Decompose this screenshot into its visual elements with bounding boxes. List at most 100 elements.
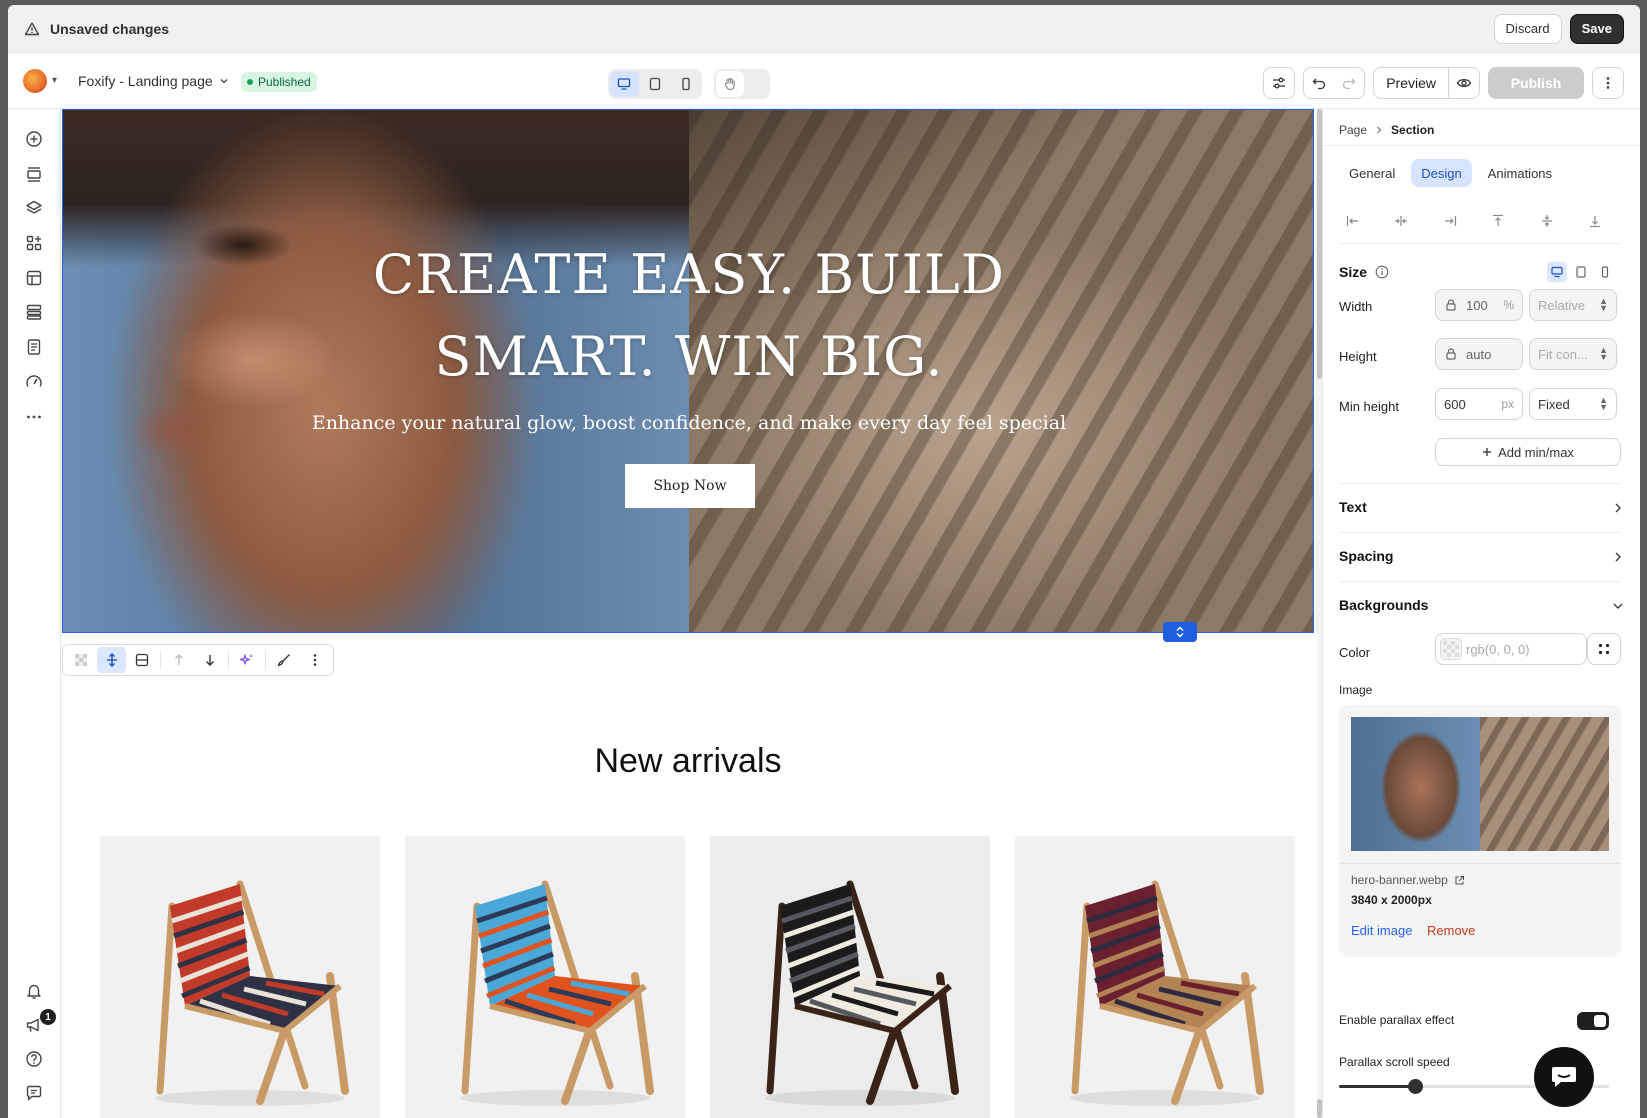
height-mode-select[interactable]: Fit con... ▲ ▼ (1529, 338, 1617, 370)
layers-icon[interactable] (24, 198, 44, 218)
width-input[interactable]: 100 % (1435, 289, 1523, 321)
new-arrivals-heading[interactable]: New arrivals (62, 742, 1314, 781)
spacing-section-header[interactable]: Spacing (1339, 548, 1393, 564)
hand-tool-button[interactable] (716, 71, 744, 97)
section-resize-handle[interactable] (1163, 622, 1197, 642)
move-down-icon[interactable] (196, 647, 224, 673)
select-chevron-icon: ▲ ▼ (1599, 345, 1608, 362)
status-label: Published (258, 75, 311, 89)
preview-button[interactable]: Preview (1374, 68, 1449, 98)
align-right-icon[interactable] (1436, 207, 1464, 235)
tablet-icon (649, 77, 661, 91)
background-image-thumbnail[interactable] (1351, 717, 1609, 851)
chevron-down-icon[interactable] (1612, 600, 1624, 612)
pages-icon[interactable] (24, 337, 44, 357)
align-top-icon[interactable] (1484, 207, 1512, 235)
ai-sparkle-icon[interactable] (233, 647, 261, 673)
chevron-right-icon[interactable] (1612, 551, 1624, 563)
layout-icon[interactable] (128, 647, 156, 673)
align-center-h-icon[interactable] (1387, 207, 1415, 235)
remove-image-link[interactable]: Remove (1427, 923, 1475, 938)
add-element-icon[interactable] (24, 129, 44, 149)
chat-icon[interactable] (24, 1083, 44, 1103)
theme-icon[interactable] (24, 268, 44, 288)
align-center-v-icon[interactable] (1533, 207, 1561, 235)
align-bottom-icon[interactable] (1581, 207, 1609, 235)
shop-now-button[interactable]: Shop Now (625, 464, 755, 508)
apps-icon[interactable] (24, 233, 44, 253)
min-height-mode-select[interactable]: Fixed ▲ ▼ (1529, 388, 1617, 420)
chevron-down-icon[interactable]: ▾ (52, 75, 57, 86)
external-link-icon[interactable] (1454, 875, 1465, 886)
support-chat-button[interactable] (1534, 1047, 1594, 1107)
slider-thumb[interactable] (1407, 1079, 1423, 1094)
editor-canvas: CREATE EASY. BUILD SMART. WIN BIG. Enhan… (62, 109, 1322, 1118)
product-card[interactable] (405, 836, 685, 1118)
color-input[interactable]: rgb(0, 0, 0) (1435, 633, 1587, 665)
settings-sliders-button[interactable] (1263, 67, 1296, 99)
hero-heading[interactable]: CREATE EASY. BUILD SMART. WIN BIG. (63, 234, 1313, 398)
bell-icon[interactable] (24, 981, 44, 1001)
desktop-icon (618, 78, 631, 90)
desktop-view-button[interactable] (610, 71, 639, 97)
more-vertical-icon[interactable] (301, 647, 329, 673)
add-min-max-button[interactable]: Add min/max (1435, 438, 1621, 466)
product-card[interactable] (710, 836, 990, 1118)
chair-shadow (1070, 1090, 1260, 1106)
move-up-icon[interactable] (165, 647, 193, 673)
backgrounds-section-header[interactable]: Backgrounds (1339, 597, 1428, 613)
edit-image-link[interactable]: Edit image (1351, 923, 1412, 938)
more-menu-button[interactable] (1592, 67, 1624, 99)
transparency-icon[interactable] (67, 647, 95, 673)
mobile-icon[interactable] (1595, 262, 1615, 282)
redo-button[interactable] (1334, 68, 1364, 98)
desktop-icon[interactable] (1547, 262, 1567, 282)
tab-general[interactable]: General (1339, 159, 1405, 187)
tablet-view-button[interactable] (641, 71, 670, 97)
chair-leg (1071, 902, 1091, 1095)
breadcrumb-page[interactable]: Page (1339, 123, 1367, 137)
save-button[interactable]: Save (1569, 13, 1624, 44)
min-height-input[interactable]: 600 px (1435, 388, 1523, 420)
undo-button[interactable] (1304, 68, 1334, 98)
color-label: Color (1339, 645, 1371, 660)
size-device-switcher (1547, 262, 1615, 282)
discard-button[interactable]: Discard (1493, 13, 1562, 44)
more-vertical-icon (1606, 77, 1610, 89)
select-parent-icon[interactable] (97, 647, 126, 673)
lock-icon[interactable] (1444, 298, 1458, 312)
sections-icon[interactable] (24, 164, 44, 184)
transparent-swatch-icon[interactable] (1440, 638, 1462, 660)
height-mode-value: Fit con... (1538, 346, 1588, 362)
hero-content: CREATE EASY. BUILD SMART. WIN BIG. Enhan… (63, 110, 1313, 632)
tab-design[interactable]: Design (1411, 159, 1472, 187)
style-brush-icon[interactable] (270, 647, 298, 673)
color-variables-button[interactable] (1587, 633, 1621, 665)
eye-button[interactable] (1449, 68, 1479, 98)
store-logo[interactable] (23, 69, 47, 93)
hero-subtitle[interactable]: Enhance your natural glow, boost confide… (63, 412, 1313, 434)
product-card[interactable] (100, 836, 380, 1118)
tab-animations[interactable]: Animations (1478, 159, 1562, 187)
speed-icon[interactable] (24, 372, 44, 392)
templates-icon[interactable] (24, 302, 44, 322)
chair-leg (461, 902, 481, 1095)
text-section-header[interactable]: Text (1339, 499, 1367, 515)
height-input[interactable]: auto (1435, 338, 1523, 370)
page-selector[interactable]: Foxify - Landing page (78, 73, 229, 89)
image-dimensions: 3840 x 2000px (1351, 893, 1432, 907)
more-horizontal-icon[interactable] (24, 407, 44, 427)
hero-section[interactable]: CREATE EASY. BUILD SMART. WIN BIG. Enhan… (62, 109, 1314, 633)
mobile-view-button[interactable] (671, 71, 700, 97)
info-icon[interactable] (1375, 265, 1389, 279)
align-left-icon[interactable] (1339, 207, 1367, 235)
publish-button[interactable]: Publish (1488, 67, 1584, 99)
tablet-icon[interactable] (1571, 262, 1591, 282)
lock-icon[interactable] (1444, 347, 1458, 361)
help-icon[interactable] (24, 1049, 44, 1069)
product-card[interactable] (1015, 836, 1295, 1118)
parallax-toggle[interactable] (1577, 1012, 1609, 1030)
width-mode-select[interactable]: Relative ▲ ▼ (1529, 289, 1617, 321)
resize-vertical-icon (1176, 626, 1184, 638)
chevron-right-icon[interactable] (1612, 502, 1624, 514)
